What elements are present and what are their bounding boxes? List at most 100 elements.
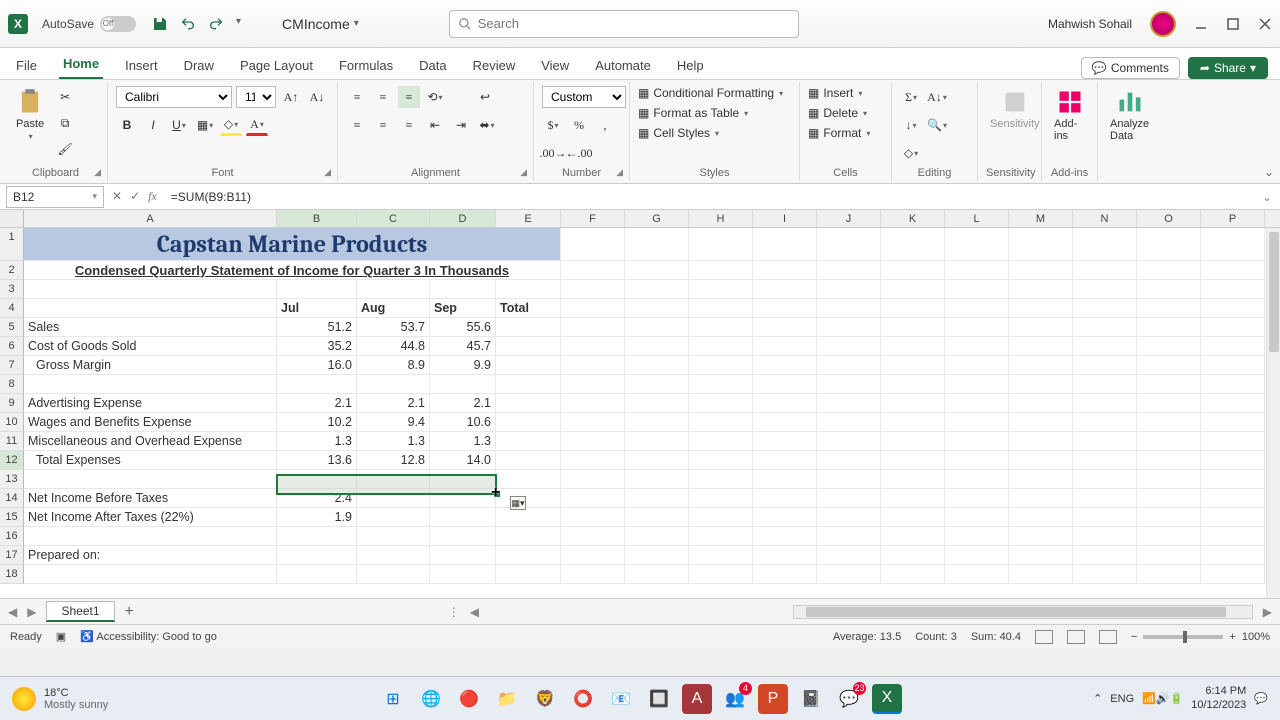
paste-button[interactable]: Paste▾	[12, 86, 48, 143]
teams-icon[interactable]: 👥4	[720, 684, 750, 714]
cell-P1[interactable]	[1201, 228, 1265, 261]
cell-B9[interactable]: 2.1	[277, 394, 357, 413]
copy-icon[interactable]: ⧉	[54, 112, 76, 134]
italic-button[interactable]: I	[142, 114, 164, 136]
cell-H14[interactable]	[689, 489, 753, 508]
cell-D12[interactable]: 14.0	[430, 451, 496, 470]
cell-G12[interactable]	[625, 451, 689, 470]
cell-L15[interactable]	[945, 508, 1009, 527]
font-size-select[interactable]: 11	[236, 86, 276, 108]
cell-G16[interactable]	[625, 527, 689, 546]
new-sheet-icon[interactable]: +	[125, 603, 134, 621]
cell-N12[interactable]	[1073, 451, 1137, 470]
cell-M17[interactable]	[1009, 546, 1073, 565]
cell-A7[interactable]: Gross Margin	[24, 356, 277, 375]
col-header-I[interactable]: I	[753, 210, 817, 227]
zoom-slider[interactable]	[1143, 635, 1223, 639]
cell-E9[interactable]	[496, 394, 561, 413]
cell-M13[interactable]	[1009, 470, 1073, 489]
row-header-16[interactable]: 16	[0, 527, 24, 546]
cell-F12[interactable]	[561, 451, 625, 470]
cell-K17[interactable]	[881, 546, 945, 565]
border-icon[interactable]: ▦▾	[194, 114, 216, 136]
cell-L14[interactable]	[945, 489, 1009, 508]
cell-E13[interactable]	[496, 470, 561, 489]
col-header-P[interactable]: P	[1201, 210, 1265, 227]
row-header-8[interactable]: 8	[0, 375, 24, 394]
cell-P15[interactable]	[1201, 508, 1265, 527]
page-layout-view-icon[interactable]	[1067, 630, 1085, 644]
cell-C17[interactable]	[357, 546, 430, 565]
align-bottom-icon[interactable]: ≡	[398, 86, 420, 108]
cell-J14[interactable]	[817, 489, 881, 508]
cell-E8[interactable]	[496, 375, 561, 394]
powerpoint-icon[interactable]: P	[758, 684, 788, 714]
tab-file[interactable]: File	[12, 52, 41, 79]
zoom-level[interactable]: 100%	[1242, 631, 1270, 643]
cell-A8[interactable]	[24, 375, 277, 394]
align-right-icon[interactable]: ≡	[398, 114, 420, 136]
tray-wifi-icon[interactable]: 📶🔊🔋	[1142, 692, 1183, 705]
cell-O15[interactable]	[1137, 508, 1201, 527]
cell-D5[interactable]: 55.6	[430, 318, 496, 337]
cell-M3[interactable]	[1009, 280, 1073, 299]
save-icon[interactable]	[152, 16, 168, 32]
cell-G10[interactable]	[625, 413, 689, 432]
cell-P12[interactable]	[1201, 451, 1265, 470]
cell-N9[interactable]	[1073, 394, 1137, 413]
cell-C5[interactable]: 53.7	[357, 318, 430, 337]
autosum-icon[interactable]: Σ▾	[900, 86, 922, 108]
format-as-table-button[interactable]: ▦ Format as Table ▾	[638, 106, 748, 120]
cell-E12[interactable]	[496, 451, 561, 470]
cell-K6[interactable]	[881, 337, 945, 356]
cell-L2[interactable]	[945, 261, 1009, 280]
tab-draw[interactable]: Draw	[180, 52, 218, 79]
cell-H12[interactable]	[689, 451, 753, 470]
cell-N17[interactable]	[1073, 546, 1137, 565]
row-header-5[interactable]: 5	[0, 318, 24, 337]
cell-F16[interactable]	[561, 527, 625, 546]
cell-P16[interactable]	[1201, 527, 1265, 546]
cell-G15[interactable]	[625, 508, 689, 527]
cell-J10[interactable]	[817, 413, 881, 432]
col-header-H[interactable]: H	[689, 210, 753, 227]
wrap-text-icon[interactable]: ↩	[474, 86, 496, 108]
cell-E4[interactable]: Total	[496, 299, 561, 318]
cell-I10[interactable]	[753, 413, 817, 432]
cell-J18[interactable]	[817, 565, 881, 584]
cell-O17[interactable]	[1137, 546, 1201, 565]
cell-G5[interactable]	[625, 318, 689, 337]
cell-K10[interactable]	[881, 413, 945, 432]
share-button[interactable]: ➦ Share ▾	[1188, 57, 1268, 79]
vertical-scrollbar[interactable]	[1266, 228, 1280, 598]
tab-automate[interactable]: Automate	[591, 52, 655, 79]
cell-A10[interactable]: Wages and Benefits Expense	[24, 413, 277, 432]
merge-center-icon[interactable]: ⬌▾	[476, 114, 498, 136]
dialog-launcher-icon[interactable]: ◢	[520, 167, 527, 178]
align-middle-icon[interactable]: ≡	[372, 86, 394, 108]
analyze-data-button[interactable]: Analyze Data	[1106, 86, 1153, 144]
cell-N1[interactable]	[1073, 228, 1137, 261]
cell-H4[interactable]	[689, 299, 753, 318]
cell-G13[interactable]	[625, 470, 689, 489]
cell-G1[interactable]	[625, 228, 689, 261]
cell-J5[interactable]	[817, 318, 881, 337]
cell-G2[interactable]	[625, 261, 689, 280]
tray-chevron-icon[interactable]: ⌃	[1093, 692, 1102, 705]
cell-M2[interactable]	[1009, 261, 1073, 280]
cell-P18[interactable]	[1201, 565, 1265, 584]
cell-A18[interactable]	[24, 565, 277, 584]
explorer-icon[interactable]: 📁	[492, 684, 522, 714]
cell-L7[interactable]	[945, 356, 1009, 375]
cell-P2[interactable]	[1201, 261, 1265, 280]
cell-H9[interactable]	[689, 394, 753, 413]
col-header-J[interactable]: J	[817, 210, 881, 227]
cell-O11[interactable]	[1137, 432, 1201, 451]
cell-O18[interactable]	[1137, 565, 1201, 584]
increase-indent-icon[interactable]: ⇥	[450, 114, 472, 136]
cell-D9[interactable]: 2.1	[430, 394, 496, 413]
cell-C9[interactable]: 2.1	[357, 394, 430, 413]
cell-M1[interactable]	[1009, 228, 1073, 261]
conditional-formatting-button[interactable]: ▦ Conditional Formatting ▾	[638, 86, 783, 100]
cell-I9[interactable]	[753, 394, 817, 413]
